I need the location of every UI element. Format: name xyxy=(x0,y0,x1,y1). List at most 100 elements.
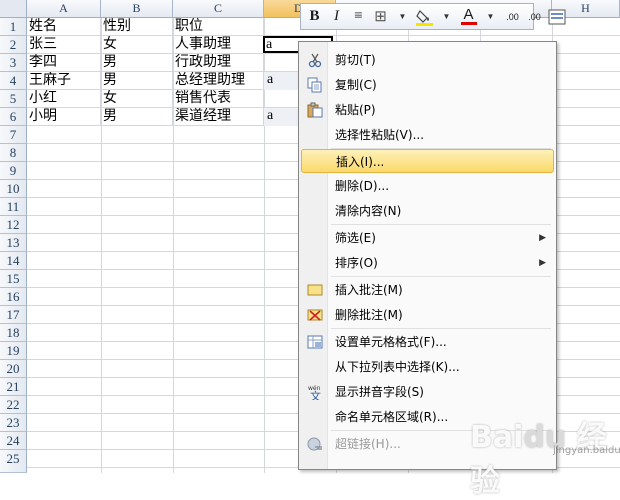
menu-item-label: 删除批注(M) xyxy=(335,308,403,322)
menu-item-label: 删除(D)... xyxy=(335,179,390,193)
cell-a5[interactable]: 小红 xyxy=(27,90,101,108)
row-header-1[interactable]: 1 xyxy=(0,18,27,36)
menu-item-label: 超链接(H)... xyxy=(335,437,401,451)
baidu-watermark-url: jingyan.baidu.com xyxy=(553,445,620,456)
row-header-23[interactable]: 23 xyxy=(0,414,27,432)
row-header-6[interactable]: 6 xyxy=(0,108,27,126)
font-color-swatch xyxy=(460,22,477,25)
menu-separator xyxy=(331,224,551,225)
menu-item-label: 插入批注(M) xyxy=(335,283,403,297)
menu-item-clear-contents[interactable]: 清除内容(N) xyxy=(301,199,554,223)
cell-a4[interactable]: 王麻子 xyxy=(27,72,101,90)
row-header-3[interactable]: 3 xyxy=(0,54,27,72)
cell-b3[interactable]: 男 xyxy=(101,54,173,72)
cell-c2[interactable]: 人事助理 xyxy=(173,36,264,54)
row-header-19[interactable]: 19 xyxy=(0,342,27,360)
cell-c1[interactable]: 职位 xyxy=(173,18,264,36)
delete-comment-icon xyxy=(307,309,323,321)
paste-clipboard-icon xyxy=(307,102,323,118)
fill-color-dropdown-icon[interactable]: ▼ xyxy=(437,7,456,27)
row-header-9[interactable]: 9 xyxy=(0,162,27,180)
row-header-7[interactable]: 7 xyxy=(0,126,27,144)
bold-button[interactable]: B xyxy=(305,7,324,27)
cell-c4[interactable]: 总经理助理 xyxy=(173,72,264,90)
row-header-18[interactable]: 18 xyxy=(0,324,27,342)
hyperlink-globe-icon xyxy=(307,437,322,451)
row-header-21[interactable]: 21 xyxy=(0,378,27,396)
cell-d4[interactable]: a xyxy=(264,72,299,90)
row-header-10[interactable]: 10 xyxy=(0,180,27,198)
row-header-22[interactable]: 22 xyxy=(0,396,27,414)
menu-item-filter[interactable]: 筛选(E) ▶ xyxy=(301,226,554,250)
row-header-4[interactable]: 4 xyxy=(0,72,27,90)
borders-button[interactable]: ⊞ xyxy=(371,7,390,27)
menu-separator xyxy=(331,328,551,329)
row-header-16[interactable]: 16 xyxy=(0,288,27,306)
menu-item-label: 筛选(E) xyxy=(335,231,376,245)
cell-d6[interactable]: a xyxy=(264,108,299,126)
menu-item-label: 清除内容(N) xyxy=(335,204,402,218)
svg-text:文: 文 xyxy=(310,389,321,400)
menu-item-label: 复制(C) xyxy=(335,78,377,92)
menu-item-format-cells[interactable]: 设置单元格格式(F)... xyxy=(301,330,554,354)
row-header-2[interactable]: 2 xyxy=(0,36,27,54)
menu-item-label: 排序(O) xyxy=(335,256,378,270)
italic-button[interactable]: I xyxy=(327,7,346,27)
menu-item-delete-comment[interactable]: 删除批注(M) xyxy=(301,303,554,327)
format-painter-button[interactable] xyxy=(547,7,566,27)
row-header-24[interactable]: 24 xyxy=(0,432,27,450)
row-header-11[interactable]: 11 xyxy=(0,198,27,216)
cell-c3[interactable]: 行政助理 xyxy=(173,54,264,72)
row-header-17[interactable]: 17 xyxy=(0,306,27,324)
menu-item-paste-special[interactable]: 选择性粘贴(V)... xyxy=(301,123,554,147)
font-color-letter: A xyxy=(463,6,474,23)
row-header-14[interactable]: 14 xyxy=(0,252,27,270)
row-header-12[interactable]: 12 xyxy=(0,216,27,234)
menu-item-sort[interactable]: 排序(O) ▶ xyxy=(301,251,554,275)
cell-a3[interactable]: 李四 xyxy=(27,54,101,72)
menu-item-cut[interactable]: 剪切(T) xyxy=(301,48,554,72)
borders-dropdown-icon[interactable]: ▼ xyxy=(393,7,412,27)
menu-item-label: 插入(I)... xyxy=(336,155,385,169)
cell-b4[interactable]: 男 xyxy=(101,72,173,90)
menu-item-copy[interactable]: 复制(C) xyxy=(301,73,554,97)
row-header-8[interactable]: 8 xyxy=(0,144,27,162)
scissors-icon xyxy=(308,53,322,68)
cell-b2[interactable]: 女 xyxy=(101,36,173,54)
cell-b6[interactable]: 男 xyxy=(101,108,173,126)
menu-item-label: 从下拉列表中选择(K)... xyxy=(335,360,460,374)
context-menu: 剪切(T) 复制(C) 粘贴(P) 选择性粘贴(V)... 插入(I)... 删… xyxy=(298,41,557,470)
baidu-watermark-logo: Baidu 经验 xyxy=(470,420,607,499)
cell-c5[interactable]: 销售代表 xyxy=(173,90,264,108)
cell-b5[interactable]: 女 xyxy=(101,90,173,108)
paint-bucket-icon xyxy=(416,9,433,26)
cell-c6[interactable]: 渠道经理 xyxy=(173,108,264,126)
menu-item-insert[interactable]: 插入(I)... xyxy=(301,149,554,173)
increase-decimal-icon: .00 xyxy=(506,11,519,22)
menu-item-label: 显示拼音字段(S) xyxy=(335,385,424,399)
menu-item-delete[interactable]: 删除(D)... xyxy=(301,174,554,198)
row-header-5[interactable]: 5 xyxy=(0,90,27,108)
row-header-20[interactable]: 20 xyxy=(0,360,27,378)
cell-b1[interactable]: 性别 xyxy=(101,18,173,36)
cell-a2[interactable]: 张三 xyxy=(27,36,101,54)
menu-item-paste[interactable]: 粘贴(P) xyxy=(301,98,554,122)
font-color-button[interactable]: A xyxy=(459,7,478,27)
decrease-decimal-button[interactable]: .00 xyxy=(525,7,544,27)
cell-a1[interactable]: 姓名 xyxy=(27,18,101,36)
format-cells-icon xyxy=(307,335,323,349)
menu-item-label: 剪切(T) xyxy=(335,53,376,67)
menu-item-pick-from-list[interactable]: 从下拉列表中选择(K)... xyxy=(301,355,554,379)
row-header-13[interactable]: 13 xyxy=(0,234,27,252)
font-color-dropdown-icon[interactable]: ▼ xyxy=(481,7,500,27)
row-header-15[interactable]: 15 xyxy=(0,270,27,288)
increase-decimal-button[interactable]: .00 xyxy=(503,7,522,27)
submenu-arrow-icon: ▶ xyxy=(539,258,546,268)
menu-item-show-phonetic[interactable]: wén 文 显示拼音字段(S) xyxy=(301,380,554,404)
center-align-button[interactable]: ≡ xyxy=(349,7,368,27)
fill-color-button[interactable] xyxy=(415,7,434,27)
menu-item-insert-comment[interactable]: 插入批注(M) xyxy=(301,278,554,302)
fill-color-swatch xyxy=(416,22,433,26)
cell-a6[interactable]: 小明 xyxy=(27,108,101,126)
row-header-25[interactable]: 25 xyxy=(0,450,27,473)
